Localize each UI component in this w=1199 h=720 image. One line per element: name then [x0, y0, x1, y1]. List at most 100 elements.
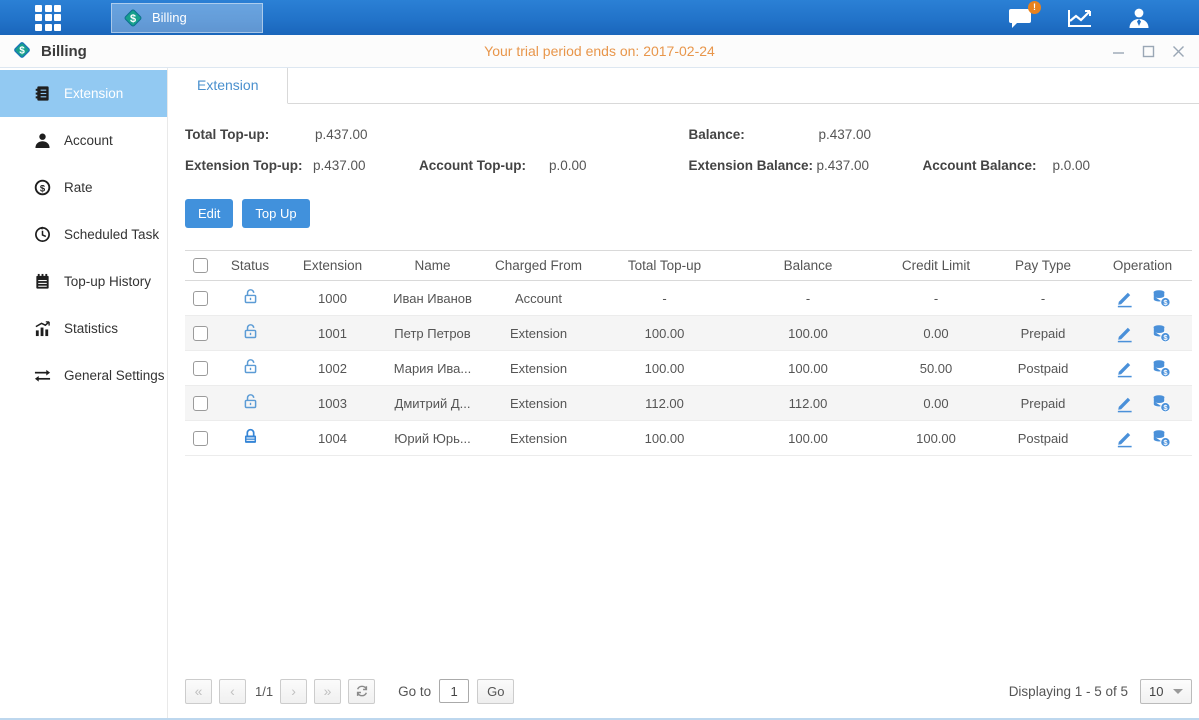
header-pay-type[interactable]: Pay Type: [993, 251, 1093, 281]
cell-pay-type: Postpaid: [993, 421, 1093, 456]
cell-name: Юрий Юрь...: [380, 421, 485, 456]
notification-badge: !: [1028, 1, 1041, 14]
edit-row-icon[interactable]: [1115, 324, 1134, 343]
header-extension[interactable]: Extension: [285, 251, 380, 281]
cell-total-topup: 100.00: [592, 421, 737, 456]
table-row: 1000 Иван Иванов Account - - - - $: [185, 281, 1192, 316]
cell-charged-from: Account: [485, 281, 592, 316]
row-checkbox[interactable]: [193, 396, 208, 411]
topup-row-icon[interactable]: $: [1152, 324, 1171, 343]
maximize-icon[interactable]: [1141, 44, 1155, 58]
next-page-button[interactable]: ›: [280, 679, 307, 704]
sidebar-item-label: Top-up History: [64, 274, 151, 289]
edit-button[interactable]: Edit: [185, 199, 233, 228]
svg-text:$: $: [39, 183, 45, 194]
sidebar: Extension Account $ Rate: [0, 68, 168, 718]
select-all-checkbox[interactable]: [193, 258, 208, 273]
sidebar-item-label: Scheduled Task: [64, 227, 159, 242]
ledger-icon: [33, 273, 51, 291]
cell-name: Петр Петров: [380, 316, 485, 351]
sidebar-item-label: General Settings: [64, 368, 165, 383]
lock-status-icon[interactable]: [242, 323, 259, 340]
dollar-circle-icon: $: [33, 179, 51, 197]
minimize-icon[interactable]: [1111, 44, 1125, 58]
page-size-value: 10: [1149, 684, 1163, 699]
header-name[interactable]: Name: [380, 251, 485, 281]
topup-row-icon[interactable]: $: [1152, 289, 1171, 308]
address-book-icon: [33, 85, 51, 103]
first-page-button[interactable]: «: [185, 679, 212, 704]
lock-status-icon[interactable]: [242, 428, 259, 445]
cell-name: Дмитрий Д...: [380, 386, 485, 421]
refresh-button[interactable]: [348, 679, 375, 704]
go-button[interactable]: Go: [477, 679, 514, 704]
cell-total-topup: -: [592, 281, 737, 316]
row-checkbox[interactable]: [193, 361, 208, 376]
topup-row-icon[interactable]: $: [1152, 359, 1171, 378]
page-size-select[interactable]: 10: [1140, 679, 1192, 704]
balance-value: p.437.00: [819, 127, 925, 142]
extension-topup-value: p.437.00: [313, 158, 419, 173]
row-checkbox[interactable]: [193, 431, 208, 446]
sidebar-item-rate[interactable]: $ Rate: [0, 164, 167, 211]
lock-status-icon[interactable]: [242, 288, 259, 305]
cell-balance: 112.00: [737, 386, 879, 421]
edit-row-icon[interactable]: [1115, 429, 1134, 448]
sidebar-item-general-settings[interactable]: General Settings: [0, 352, 167, 399]
prev-page-button[interactable]: ‹: [219, 679, 246, 704]
topup-button[interactable]: Top Up: [242, 199, 309, 228]
chevron-down-icon: [1173, 689, 1183, 694]
sidebar-item-account[interactable]: Account: [0, 117, 167, 164]
displaying-info: Displaying 1 - 5 of 5: [1009, 684, 1128, 699]
window-titlebar: $ Billing Your trial period ends on: 201…: [0, 35, 1199, 68]
taskbar-billing-tab[interactable]: $ Billing: [111, 3, 263, 33]
cell-credit-limit: -: [879, 281, 993, 316]
header-charged-from[interactable]: Charged From: [485, 251, 592, 281]
window-title: Billing: [41, 43, 87, 60]
user-account-icon[interactable]: [1127, 6, 1151, 30]
chart-bars-icon: [33, 320, 51, 338]
header-total-topup[interactable]: Total Top-up: [592, 251, 737, 281]
goto-label: Go to: [398, 684, 431, 699]
edit-row-icon[interactable]: [1115, 289, 1134, 308]
sidebar-item-statistics[interactable]: Statistics: [0, 305, 167, 352]
cell-total-topup: 112.00: [592, 386, 737, 421]
header-credit-limit[interactable]: Credit Limit: [879, 251, 993, 281]
notifications-chat-icon[interactable]: !: [1008, 7, 1033, 29]
account-balance-value: p.0.00: [1053, 158, 1159, 173]
topup-row-icon[interactable]: $: [1152, 394, 1171, 413]
statistics-chart-icon[interactable]: [1067, 8, 1093, 28]
cell-pay-type: Prepaid: [993, 386, 1093, 421]
svg-text:$: $: [130, 13, 136, 25]
edit-row-icon[interactable]: [1115, 359, 1134, 378]
sidebar-item-topup-history[interactable]: Top-up History: [0, 258, 167, 305]
app-grid-icon[interactable]: [35, 5, 61, 31]
sidebar-item-label: Extension: [64, 86, 123, 101]
cell-charged-from: Extension: [485, 386, 592, 421]
cell-pay-type: -: [993, 281, 1093, 316]
row-checkbox[interactable]: [193, 291, 208, 306]
account-topup-value: p.0.00: [549, 158, 655, 173]
goto-page-input[interactable]: [439, 679, 469, 703]
svg-text:$: $: [19, 46, 25, 57]
tab-extension[interactable]: Extension: [168, 68, 288, 104]
extension-balance-value: p.437.00: [817, 158, 923, 173]
edit-row-icon[interactable]: [1115, 394, 1134, 413]
sidebar-item-extension[interactable]: Extension: [0, 70, 167, 117]
lock-status-icon[interactable]: [242, 358, 259, 375]
sidebar-item-scheduled-task[interactable]: Scheduled Task: [0, 211, 167, 258]
table-row: 1003 Дмитрий Д... Extension 112.00 112.0…: [185, 386, 1192, 421]
row-checkbox[interactable]: [193, 326, 208, 341]
header-status[interactable]: Status: [215, 251, 285, 281]
cell-total-topup: 100.00: [592, 351, 737, 386]
cell-name: Мария Ива...: [380, 351, 485, 386]
cell-extension: 1000: [285, 281, 380, 316]
topup-row-icon[interactable]: $: [1152, 429, 1171, 448]
header-balance[interactable]: Balance: [737, 251, 879, 281]
window-title-group: $ Billing: [12, 40, 87, 62]
close-icon[interactable]: [1171, 44, 1185, 58]
cell-charged-from: Extension: [485, 421, 592, 456]
billing-diamond-icon: $: [122, 7, 144, 29]
last-page-button[interactable]: »: [314, 679, 341, 704]
lock-status-icon[interactable]: [242, 393, 259, 410]
